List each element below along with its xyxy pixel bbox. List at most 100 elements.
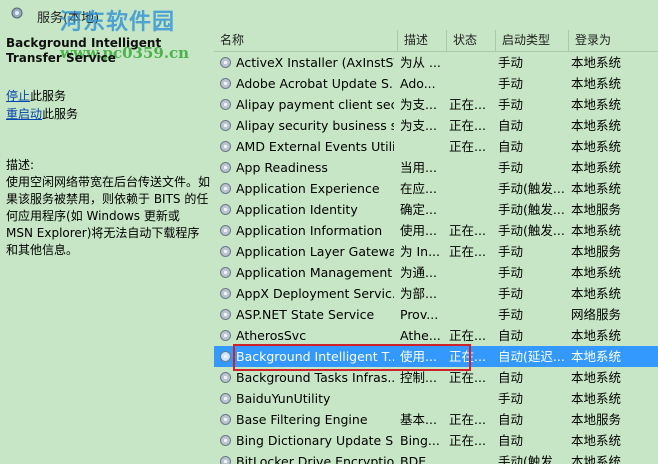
service-status: 正在...: [449, 97, 486, 112]
column-header-logon-as[interactable]: 登录为: [569, 30, 658, 51]
service-logon-as: 本地系统: [571, 265, 622, 280]
service-row[interactable]: Alipay payment client sec... 为支... 正在... 手动…: [214, 94, 658, 115]
service-row[interactable]: AMD External Events Utility 正在... 自动 本地系统: [214, 136, 658, 157]
service-name: BitLocker Drive Encryptio...: [236, 454, 394, 464]
service-row[interactable]: Background Intelligent T... 使用... 正在... 自动(…: [214, 346, 658, 367]
service-gear-icon: [220, 435, 231, 446]
service-status: 正在...: [449, 328, 486, 343]
service-logon-as: 本地系统: [571, 76, 622, 91]
service-startup-type: 手动: [498, 391, 524, 406]
service-gear-icon: [220, 120, 231, 131]
service-startup-type: 手动: [498, 286, 524, 301]
restart-service-action: 重启动此服务: [6, 106, 78, 122]
restart-service-link[interactable]: 重启动: [6, 107, 42, 121]
service-row[interactable]: ASP.NET State Service Prov... 手动 网络服务: [214, 304, 658, 325]
service-status: 正在...: [449, 244, 486, 259]
description-text: 使用空闲网络带宽在后台传送文件。如果该服务被禁用，则依赖于 BITS 的任何应用…: [6, 175, 211, 257]
service-description: 使用...: [400, 223, 437, 238]
service-startup-type: 手动: [498, 97, 524, 112]
service-name: Alipay payment client sec...: [236, 97, 394, 112]
service-startup-type: 手动: [498, 265, 524, 280]
service-name: Application Layer Gatewa...: [236, 244, 394, 259]
service-startup-type: 自动: [498, 328, 524, 343]
service-name: Background Tasks Infras...: [236, 370, 394, 385]
service-name: Application Identity: [236, 202, 358, 217]
service-gear-icon: [220, 414, 231, 425]
services-gear-icon: [11, 7, 23, 19]
stop-service-action: 停止此服务: [6, 88, 66, 104]
service-status: [449, 451, 493, 464]
service-logon-as: 本地系统: [571, 349, 622, 364]
service-gear-icon: [220, 330, 231, 341]
service-gear-icon: [220, 288, 231, 299]
service-name: ASP.NET State Service: [236, 307, 375, 322]
service-row[interactable]: Adobe Acrobat Update S... Ado... 手动 本地系统: [214, 73, 658, 94]
service-gear-icon: [220, 99, 231, 110]
service-status: [449, 157, 493, 178]
service-description: 控制...: [400, 370, 437, 385]
service-row[interactable]: App Readiness 当用... 手动 本地系统: [214, 157, 658, 178]
service-name: BaiduYunUtility: [236, 391, 331, 406]
service-logon-as: 本地系统: [571, 55, 622, 70]
service-row[interactable]: Alipay security business s... 为支... 正在... 自…: [214, 115, 658, 136]
service-row[interactable]: AppX Deployment Servic... 为部... 手动 本地系统: [214, 283, 658, 304]
service-logon-as: 本地系统: [571, 433, 622, 448]
column-header-startup-type[interactable]: 启动类型: [496, 30, 569, 51]
service-row[interactable]: Base Filtering Engine 基本... 正在... 自动 本地服务: [214, 409, 658, 430]
service-description: Athe...: [400, 328, 441, 343]
column-header-description[interactable]: 描述: [398, 30, 447, 51]
column-header-name[interactable]: 名称: [214, 30, 398, 51]
stop-service-link[interactable]: 停止: [6, 89, 30, 103]
service-gear-icon: [220, 246, 231, 257]
service-description: BDE...: [400, 454, 439, 464]
service-startup-type: 自动: [498, 118, 524, 133]
service-name: Application Experience: [236, 181, 380, 196]
service-logon-as: 本地系统: [571, 391, 622, 406]
stop-service-suffix: 此服务: [30, 89, 67, 103]
service-logon-as: 本地系统: [571, 454, 622, 464]
service-row[interactable]: AtherosSvc Athe... 正在... 自动 本地系统: [214, 325, 658, 346]
service-status: [449, 262, 493, 283]
service-name: Bing Dictionary Update S...: [236, 433, 394, 448]
service-row[interactable]: ActiveX Installer (AxInstSV) 为从 ... 手动 本地系统: [214, 52, 658, 73]
service-description: 为 In...: [400, 244, 441, 259]
service-description: 为部...: [400, 286, 437, 301]
service-startup-type: 自动(延迟...: [498, 349, 564, 364]
service-row[interactable]: BitLocker Drive Encryptio... BDE... 手动(触发.…: [214, 451, 658, 464]
service-name: Application Information: [236, 223, 383, 238]
service-description: Ado...: [400, 76, 436, 91]
service-startup-type: 手动: [498, 55, 524, 70]
service-row[interactable]: Application Layer Gatewa... 为 In... 正在... 手…: [214, 241, 658, 262]
service-name: AtherosSvc: [236, 328, 307, 343]
service-row[interactable]: Application Identity 确定... 手动(触发... 本地服务: [214, 199, 658, 220]
service-gear-icon: [220, 267, 231, 278]
service-row[interactable]: Application Management 为通... 手动 本地系统: [214, 262, 658, 283]
service-row[interactable]: Background Tasks Infras... 控制... 正在... 自动 本地…: [214, 367, 658, 388]
service-status: [449, 178, 493, 199]
service-startup-type: 手动(触发...: [498, 454, 564, 464]
service-startup-type: 手动(触发...: [498, 223, 564, 238]
service-logon-as: 本地系统: [571, 181, 622, 196]
service-row[interactable]: Application Information 使用... 正在... 手动(触发..…: [214, 220, 658, 241]
service-row[interactable]: Bing Dictionary Update S... Bing... 正在... 自…: [214, 430, 658, 451]
service-gear-icon: [220, 183, 231, 194]
service-gear-icon: [220, 162, 231, 173]
service-logon-as: 本地系统: [571, 118, 622, 133]
service-startup-type: 手动: [498, 307, 524, 322]
services-list[interactable]: 名称 描述 状态 启动类型 登录为 ActiveX Installer (AxI…: [214, 30, 658, 464]
service-startup-type: 手动(触发...: [498, 181, 564, 196]
service-status: [449, 73, 493, 94]
service-description: Bing...: [400, 433, 440, 448]
service-description: 确定...: [400, 202, 437, 217]
service-status: 正在...: [449, 139, 486, 154]
column-header-status[interactable]: 状态: [447, 30, 496, 51]
service-row[interactable]: BaiduYunUtility 手动 本地系统: [214, 388, 658, 409]
service-name: ActiveX Installer (AxInstSV): [236, 55, 394, 70]
service-logon-as: 本地系统: [571, 97, 622, 112]
restart-service-suffix: 此服务: [42, 107, 79, 121]
service-logon-as: 本地系统: [571, 328, 622, 343]
service-logon-as: 本地服务: [571, 244, 622, 259]
service-row[interactable]: Application Experience 在应... 手动(触发... 本地系统: [214, 178, 658, 199]
service-name: AppX Deployment Servic...: [236, 286, 394, 301]
service-name: AMD External Events Utility: [236, 139, 394, 154]
